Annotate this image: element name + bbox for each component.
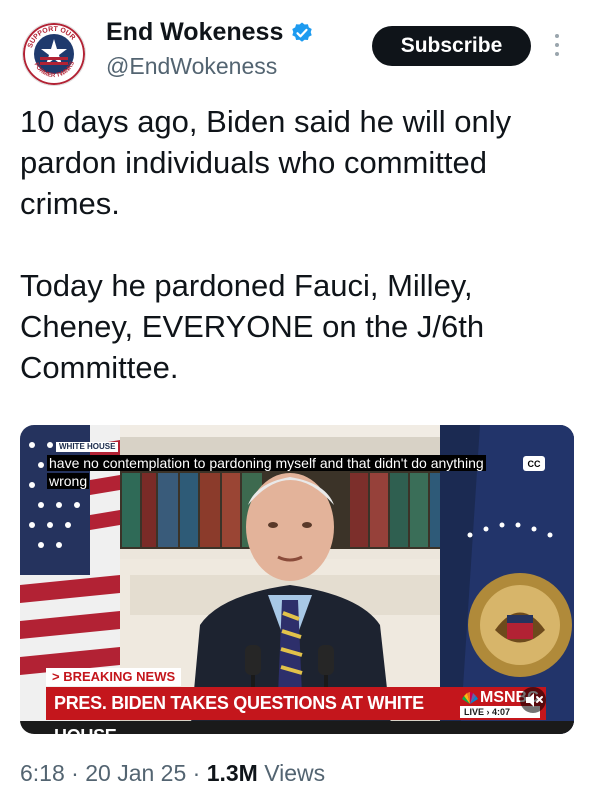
white-house-tag: WHITE HOUSE: [56, 442, 119, 452]
display-name[interactable]: End Wokeness: [106, 18, 283, 47]
views-label: Views: [257, 760, 326, 786]
avatar[interactable]: SUPPORT OUR FORMER TWINKS: [22, 22, 86, 86]
live-label: LIVE: [464, 707, 485, 717]
news-headline: PRES. BIDEN TAKES QUESTIONS AT WHITE HOU…: [46, 687, 456, 734]
video-player[interactable]: WHITE HOUSE have no contemplation to par…: [20, 425, 574, 734]
tweet-meta: 6:18 · 20 Jan 25 · 1.3M Views: [20, 760, 325, 787]
views-count: 1.3M: [206, 760, 258, 786]
handle[interactable]: @EndWokeness: [106, 53, 277, 80]
name-row: End Wokeness: [106, 18, 314, 47]
tweet-date[interactable]: 20 Jan 25: [85, 760, 186, 786]
caption-text: have no contemplation to pardoning mysel…: [47, 455, 486, 489]
peacock-icon: [462, 692, 478, 704]
tweet-text: 10 days ago, Biden said he will only par…: [20, 104, 512, 385]
cc-icon[interactable]: CC: [523, 456, 545, 471]
separator: ·: [186, 760, 207, 786]
verified-badge-icon: [292, 22, 313, 42]
avatar-logo: SUPPORT OUR FORMER TWINKS: [23, 23, 85, 85]
subscribe-button[interactable]: Subscribe: [372, 26, 531, 66]
live-time: 4:07: [492, 707, 511, 717]
video-caption: have no contemplation to pardoning mysel…: [47, 454, 519, 490]
tweet-header: SUPPORT OUR FORMER TWINKS End Wokeness @…: [0, 0, 593, 100]
tweet-time[interactable]: 6:18: [20, 760, 65, 786]
separator: ·: [64, 760, 86, 786]
mute-icon[interactable]: [520, 687, 546, 713]
breaking-news-label: > BREAKING NEWS: [46, 668, 182, 686]
more-options-icon[interactable]: [552, 34, 562, 62]
